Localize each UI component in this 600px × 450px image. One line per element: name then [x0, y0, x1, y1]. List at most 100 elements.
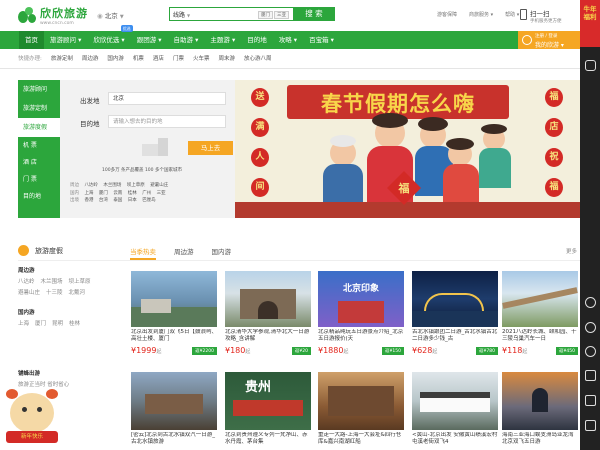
side-item-destination[interactable]: 目的地 — [18, 188, 60, 205]
category-link[interactable]: 坝上草原 — [69, 277, 91, 285]
quick-link-ticket[interactable]: 门票 — [173, 54, 184, 62]
category-link[interactable]: 厦门 — [35, 319, 46, 327]
tour-card[interactable]: 古北水镇跟团二日游_古北水镇古北二日游多少钱_古 ¥628起 返¥780 — [412, 271, 498, 355]
service-icon[interactable] — [585, 322, 596, 333]
dest-link[interactable]: 广州 — [142, 190, 151, 198]
promo-text: 牛年福利 — [583, 5, 597, 21]
quick-link-weekend[interactable]: 周末游 — [218, 54, 235, 62]
category-link[interactable]: 木兰围场 — [41, 277, 63, 285]
dest-link[interactable]: 香港 — [84, 197, 93, 205]
dest-link[interactable]: 泰国 — [113, 197, 122, 205]
tour-card[interactable]: 海南三亚海口蜈支洲岛亚龙湾北京双飞五日游 — [502, 372, 578, 446]
quick-link-train[interactable]: 火车票 — [193, 54, 210, 62]
qr-code-icon[interactable] — [585, 395, 596, 406]
promo-banner[interactable]: 送 满 人 间 福 店 祝 福 春节假期怎么嗨 福 — [235, 80, 580, 218]
side-item-hotel[interactable]: 酒 店 — [18, 154, 60, 171]
side-item-custom[interactable]: 旅游定制 — [18, 99, 60, 118]
nav-toolbox[interactable]: 百宝箱 ▾ — [303, 31, 340, 49]
scan-qr[interactable]: 扫一扫 手机服务更方便 — [520, 8, 580, 24]
nav-home[interactable]: 首页 — [19, 31, 44, 49]
link-help[interactable]: 帮助 ▾ — [505, 11, 519, 18]
search-type-select[interactable]: 线路 ▼ — [173, 10, 190, 19]
category-heading: 国内游 — [18, 310, 35, 316]
side-item-advisor[interactable]: 旅游顾问 — [18, 80, 60, 99]
dest-link[interactable]: 巴厘岛 — [142, 197, 156, 205]
category-link[interactable]: 昆明 — [52, 319, 63, 327]
tour-card[interactable]: 北京印象 北京精品纯玩五日游景点介绍_北京五日游报价(天 ¥1880起 返¥15… — [318, 271, 404, 355]
quick-link-hotel[interactable]: 酒店 — [153, 54, 164, 62]
quick-link-promise[interactable]: 放心游八周 — [244, 54, 272, 62]
tour-title: 北京清华大学参观,清华北大一日游攻略_含讲解 — [225, 329, 310, 342]
dest-link[interactable]: 日本 — [128, 197, 137, 205]
chevron-down-icon: ▼ — [119, 14, 124, 20]
category-link[interactable]: 北戴河 — [69, 288, 86, 296]
dest-link[interactable]: 三亚 — [157, 190, 166, 198]
site-logo[interactable]: 欣欣旅游 www.cncn.com — [16, 4, 88, 26]
dest-link[interactable]: 厦门 — [99, 190, 108, 198]
tab-domestic[interactable]: 国内游 — [212, 246, 232, 260]
nav-group-tour[interactable]: 跟团游 ▾ — [131, 31, 168, 49]
category-heading: 铺蜂出游 — [18, 371, 41, 377]
section-divider — [18, 260, 580, 261]
dest-link[interactable]: 八达岭 — [84, 182, 98, 190]
search-option-sanya[interactable]: 三亚 — [274, 11, 289, 19]
go-button[interactable]: 马上去 — [188, 141, 233, 155]
nav-destination[interactable]: 目的地 — [241, 31, 273, 49]
dest-link[interactable]: 云南 — [113, 190, 122, 198]
tour-card[interactable]: 北京出发到厦门双飞5日【鼓浪屿、高壮土楼、厦门 ¥1999起 返¥2200 — [131, 271, 217, 355]
tour-card[interactable]: <黄山-北京出发 安徽黄山绩溪宏村 屯溪老街双飞4 — [412, 372, 498, 446]
from-label: 出发地 — [80, 97, 100, 105]
more-link[interactable]: 更多 — [566, 247, 577, 255]
category-link[interactable]: 避暑山庄 — [18, 288, 40, 296]
dest-link[interactable]: 坝上草原 — [127, 182, 145, 190]
dest-link[interactable]: 桂林 — [128, 190, 137, 198]
tour-card[interactable]: 贵州 北京到贵州遵义专列一梵净山、赤水丹霞、茅台集 — [225, 372, 311, 446]
dest-link[interactable]: 上海 — [84, 190, 93, 198]
to-input[interactable]: 请输入想去的目的地 — [108, 115, 226, 128]
link-guarantee[interactable]: 游客保障 — [437, 11, 457, 18]
quick-link-flight[interactable]: 机票 — [133, 54, 144, 62]
back-to-top-icon[interactable] — [585, 420, 596, 431]
category-link[interactable]: 上海 — [18, 319, 29, 327]
quick-links: 快捷办理: 旅游定制 周边游 国内游 机票 酒店 门票 火车票 周末游 放心游八… — [18, 54, 272, 62]
ox-mascot[interactable]: 新年快乐 — [0, 385, 65, 450]
clock-icon[interactable] — [585, 346, 596, 357]
tab-nearby[interactable]: 周边游 — [174, 246, 194, 260]
side-item-vacation[interactable]: 旅游度假 — [18, 118, 60, 137]
edit-icon[interactable] — [585, 370, 596, 381]
dest-link[interactable]: 避暑山庄 — [150, 182, 168, 190]
tour-title: 2021八达岭长城、颐和园、十三陵乌巢汽车一日 — [502, 329, 577, 342]
category-link[interactable]: 十三陵 — [46, 288, 63, 296]
link-business[interactable]: 商旅服务 ▾ — [469, 11, 493, 18]
member-login[interactable]: 注册 / 登录 我的欣游 ▾ — [518, 31, 580, 49]
tour-card[interactable]: 2021八达岭长城、颐和园、十三陵乌巢汽车一日 ¥118起 返¥450 — [502, 271, 578, 355]
from-input[interactable]: 北京 — [108, 92, 226, 105]
side-item-flight[interactable]: 机 票 — [18, 137, 60, 154]
side-item-ticket[interactable]: 门 票 — [18, 171, 60, 188]
tour-card[interactable]: 重走一大路-上海一大会址&四行仓库&嘉兴南湖红船 — [318, 372, 404, 446]
family-illustration — [372, 113, 408, 128]
product-stats: 100多万 条产品覆盖 100 多个国家城市 — [102, 168, 182, 173]
wechat-icon[interactable] — [585, 60, 596, 71]
nav-guide[interactable]: 攻略 ▾ — [273, 31, 303, 49]
dest-link[interactable]: 台湾 — [99, 197, 108, 205]
tab-hot[interactable]: 当季热卖 — [130, 246, 156, 260]
search-option-xiamen[interactable]: 厦门 — [258, 11, 273, 19]
nav-theme-tour[interactable]: 主题游 ▾ — [204, 31, 241, 49]
user-icon[interactable] — [585, 297, 596, 308]
category-link[interactable]: 八达岭 — [18, 277, 35, 285]
category-link[interactable]: 桂林 — [69, 319, 80, 327]
quick-link-custom[interactable]: 旅游定制 — [51, 54, 73, 62]
city-selector[interactable]: ◉ 北京 ▼ — [97, 10, 124, 20]
section-title: 旅游度假 — [35, 247, 63, 255]
nav-youxuan[interactable]: 欣欣优选 ▾ 优选 — [87, 25, 133, 49]
tour-title: 古北水镇跟团二日游_古北水镇古北二日游多少钱_古 — [412, 329, 498, 342]
tour-card[interactable]: 北京清华大学参观,清华北大一日游攻略_含讲解 ¥180起 返¥20 — [225, 271, 311, 355]
quick-link-nearby[interactable]: 周边游 — [82, 54, 99, 62]
quick-link-domestic[interactable]: 国内游 — [107, 54, 124, 62]
search-button[interactable]: 搜 索 — [293, 7, 335, 21]
dest-link[interactable]: 木兰围场 — [103, 182, 121, 190]
tour-card[interactable]: [密云]北京到古北水镇双汽一日游_古北水镇旅游 — [131, 372, 217, 446]
nav-advisor[interactable]: 旅游顾问 ▾ — [44, 31, 87, 49]
nav-self-tour[interactable]: 自助游 ▾ — [168, 31, 205, 49]
